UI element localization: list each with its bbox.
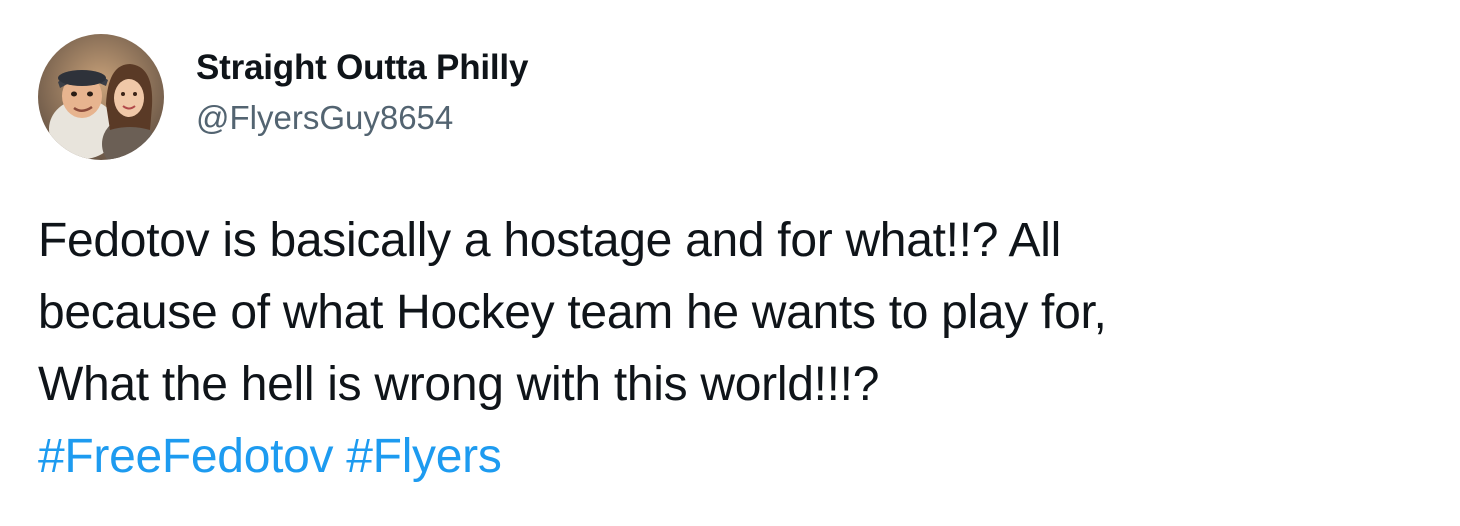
avatar-image — [38, 34, 164, 160]
author-info: Straight Outta Philly @FlyersGuy8654 — [196, 46, 528, 140]
hashtag-line: #FreeFedotov #Flyers — [38, 421, 1428, 493]
tweet-text-line: Fedotov is basically a hostage and for w… — [38, 214, 1061, 267]
hashtag-link-freefedotov[interactable]: #FreeFedotov — [38, 430, 334, 483]
tweet-text-line: because of what Hockey team he wants to … — [38, 286, 1107, 339]
user-handle[interactable]: @FlyersGuy8654 — [196, 96, 528, 140]
avatar[interactable] — [38, 34, 164, 160]
tweet-text-line: What the hell is wrong with this world!!… — [38, 358, 880, 411]
tweet-text: Fedotov is basically a hostage and for w… — [38, 205, 1428, 493]
display-name[interactable]: Straight Outta Philly — [196, 46, 528, 90]
tweet-card: Straight Outta Philly @FlyersGuy8654 Fed… — [0, 0, 1460, 526]
hashtag-link-flyers[interactable]: #Flyers — [346, 430, 502, 483]
